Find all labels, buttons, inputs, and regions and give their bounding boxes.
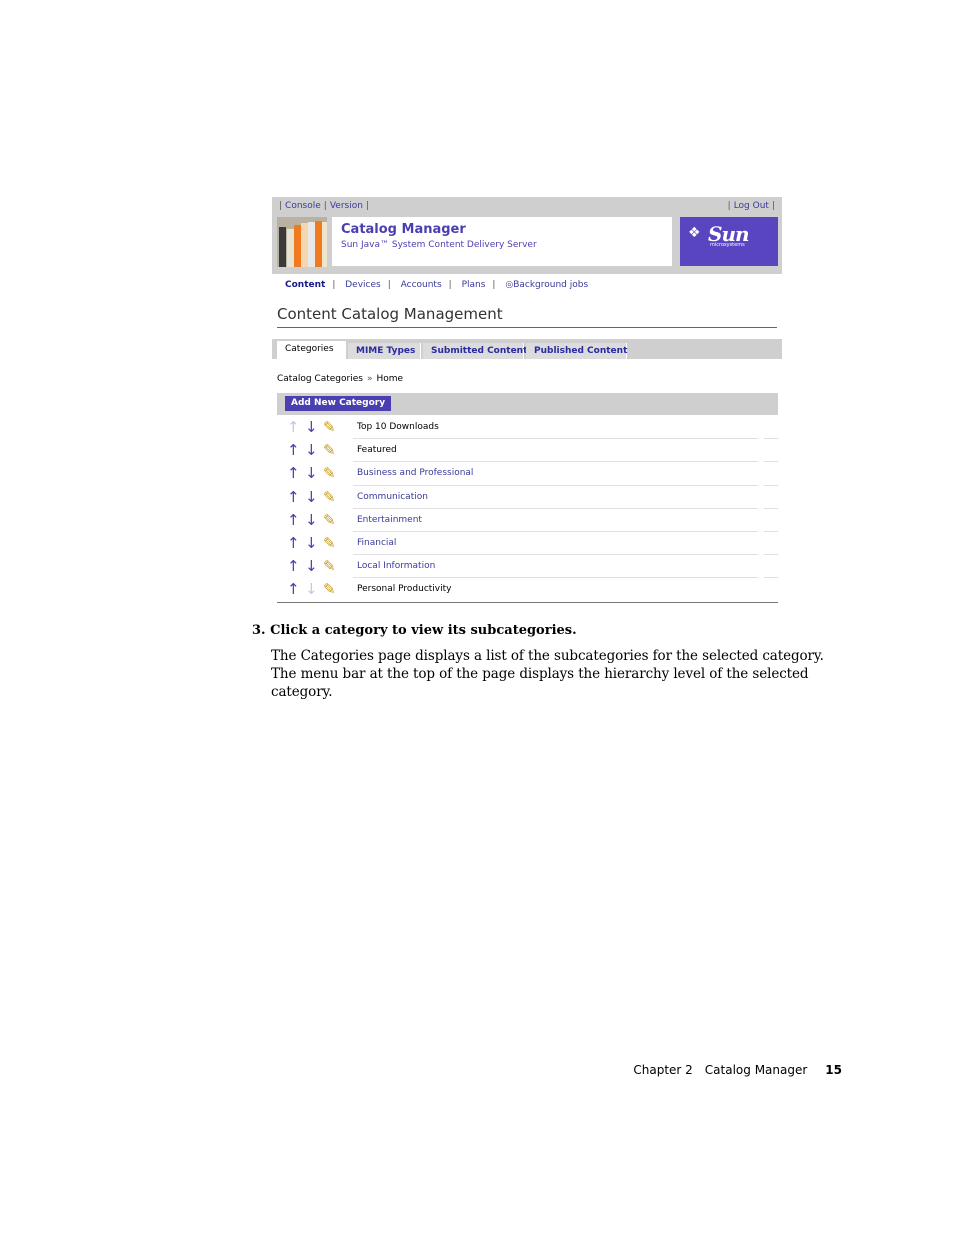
add-new-category-button[interactable]: Add New Category	[285, 396, 392, 411]
sun-diamond-icon: ❖	[688, 225, 701, 241]
title-box: Catalog Manager Sun Java™ System Content…	[332, 217, 672, 266]
move-up-icon[interactable]: ↑	[287, 464, 300, 482]
move-up-icon[interactable]: ↑	[287, 488, 300, 506]
move-down-icon: ↓	[305, 580, 318, 599]
table-row: ↑ ↓ ✎ Financial	[277, 532, 778, 556]
category-name[interactable]: Communication	[357, 492, 428, 502]
edit-pencil-icon[interactable]: ✎	[323, 464, 336, 482]
body-paragraph: The Categories page displays a list of t…	[271, 648, 824, 700]
tab-categories[interactable]: Categories	[277, 341, 346, 359]
move-down-icon[interactable]: ↓	[305, 534, 318, 552]
move-down-icon[interactable]: ↓	[305, 441, 318, 459]
row-actions: ↑ ↓ ✎	[287, 580, 349, 600]
row-actions: ↑ ↓ ✎	[287, 418, 349, 438]
breadcrumb-separator-icon: »	[366, 374, 373, 384]
action-bar: Add New Category	[277, 393, 778, 415]
category-name[interactable]: Featured	[357, 445, 397, 455]
table-row: ↑ ↓ ✎ Top 10 Downloads	[277, 416, 778, 440]
row-actions: ↑ ↓ ✎	[287, 557, 349, 577]
move-down-icon[interactable]: ↓	[305, 557, 318, 575]
version-link[interactable]: Version	[330, 201, 363, 211]
breadcrumb: Catalog Categories» Home	[277, 374, 403, 384]
main-nav: Content | Devices | Accounts | Plans | ◎Back…	[285, 280, 589, 290]
screenshot-figure: | Console | Version | | Log Out | Catalog Mana…	[272, 197, 782, 603]
nav-accounts[interactable]: Accounts	[401, 280, 442, 290]
category-name[interactable]: Top 10 Downloads	[357, 422, 439, 432]
category-name[interactable]: Personal Productivity	[357, 584, 451, 594]
table-row: ↑ ↓ ✎ Personal Productivity	[277, 578, 778, 601]
nav-content[interactable]: Content	[285, 280, 325, 290]
footer-title: Catalog Manager	[704, 1063, 808, 1077]
edit-pencil-icon[interactable]: ✎	[323, 557, 336, 575]
nav-background-jobs[interactable]: Background jobs	[513, 280, 588, 290]
breadcrumb-current: Home	[376, 374, 404, 384]
logout-link[interactable]: Log Out	[734, 201, 769, 211]
move-up-icon[interactable]: ↑	[287, 441, 300, 459]
table-row: ↑ ↓ ✎ Communication	[277, 486, 778, 509]
move-up-icon: ↑	[287, 418, 300, 436]
row-actions: ↑ ↓ ✎	[287, 464, 349, 484]
edit-pencil-icon[interactable]: ✎	[323, 441, 336, 459]
row-actions: ↑ ↓ ✎	[287, 511, 349, 531]
app-header: Catalog Manager Sun Java™ System Content…	[272, 216, 782, 274]
tab-bar: Categories MIME Types Submitted Content …	[272, 339, 782, 359]
move-down-icon[interactable]: ↓	[305, 488, 318, 506]
table-row: ↑ ↓ ✎ Featured	[277, 439, 778, 463]
page-number: 15	[825, 1063, 842, 1077]
breadcrumb-root[interactable]: Catalog Categories	[277, 374, 363, 384]
books-logo-image	[277, 217, 327, 267]
table-row: ↑ ↓ ✎ Business and Professional	[277, 462, 778, 486]
edit-pencil-icon[interactable]: ✎	[323, 511, 336, 529]
step-heading: 3. Click a category to view its subcateg…	[252, 623, 577, 638]
tab-submitted-content[interactable]: Submitted Content	[423, 343, 527, 359]
category-list: ↑ ↓ ✎ Top 10 Downloads ↑ ↓ ✎ Featured ↑ ↓ ✎ Busines…	[277, 416, 778, 603]
console-link[interactable]: Console	[285, 201, 321, 211]
edit-pencil-icon[interactable]: ✎	[323, 488, 336, 506]
edit-pencil-icon[interactable]: ✎	[323, 580, 336, 598]
move-up-icon[interactable]: ↑	[287, 580, 300, 598]
row-actions: ↑ ↓ ✎	[287, 534, 349, 554]
nav-plans[interactable]: Plans	[462, 280, 486, 290]
app-subtitle: Sun Java™ System Content Delivery Server	[341, 240, 537, 250]
page-footer: Chapter 2 Catalog Manager 15	[633, 1063, 842, 1077]
sun-logo: ❖ Sun microsystems	[680, 217, 778, 266]
move-up-icon[interactable]: ↑	[287, 534, 300, 552]
edit-pencil-icon[interactable]: ✎	[323, 418, 336, 436]
footer-chapter: Chapter 2	[633, 1063, 693, 1077]
move-down-icon[interactable]: ↓	[305, 464, 318, 482]
category-name[interactable]: Business and Professional	[357, 468, 473, 478]
nav-devices[interactable]: Devices	[345, 280, 380, 290]
category-name[interactable]: Entertainment	[357, 515, 422, 525]
category-name[interactable]: Financial	[357, 538, 396, 548]
category-name[interactable]: Local Information	[357, 561, 435, 571]
top-menu-bar: | Console | Version | | Log Out |	[272, 197, 782, 216]
move-down-icon[interactable]: ↓	[305, 418, 318, 436]
move-up-icon[interactable]: ↑	[287, 557, 300, 575]
row-actions: ↑ ↓ ✎	[287, 441, 349, 461]
row-actions: ↑ ↓ ✎	[287, 488, 349, 508]
app-title: Catalog Manager	[341, 222, 466, 237]
list-bottom-border	[277, 601, 778, 603]
move-up-icon[interactable]: ↑	[287, 511, 300, 529]
move-down-icon[interactable]: ↓	[305, 511, 318, 529]
tab-published-content[interactable]: Published Content	[526, 343, 627, 359]
table-row: ↑ ↓ ✎ Local Information	[277, 555, 778, 579]
tab-mime-types[interactable]: MIME Types	[348, 343, 421, 359]
sun-microsystems-text: microsystems	[710, 242, 745, 248]
edit-pencil-icon[interactable]: ✎	[323, 534, 336, 552]
table-row: ↑ ↓ ✎ Entertainment	[277, 509, 778, 532]
page-title: Content Catalog Management	[277, 305, 777, 328]
